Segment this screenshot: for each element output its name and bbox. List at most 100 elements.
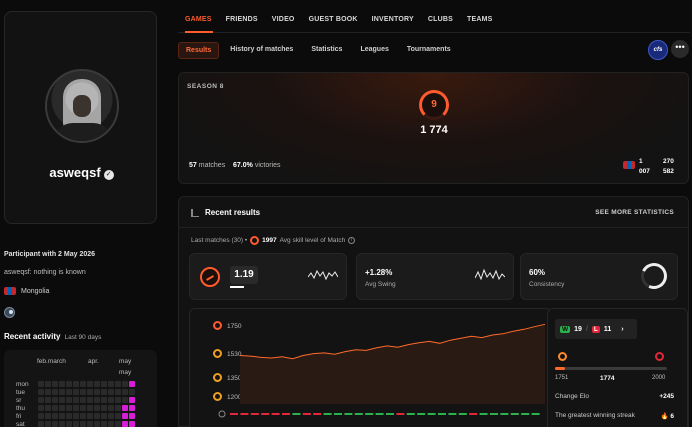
heatmap-cell — [66, 405, 72, 411]
nav-video[interactable]: VIDEO — [272, 16, 295, 23]
consistency-card: 60% Consistency — [520, 253, 678, 300]
fire-icon: 🔥 — [660, 413, 669, 420]
season-stats: 57 matches 67.0% victories — [189, 162, 281, 169]
see-more-statistics-link[interactable]: SEE MORE STATISTICS — [595, 209, 674, 216]
heatmap-cell — [52, 397, 58, 403]
match-result-mark — [230, 413, 238, 415]
match-result-mark — [438, 413, 446, 415]
flag-icon — [623, 161, 635, 169]
heatmap-cell — [59, 421, 65, 427]
consistency-label: Consistency — [529, 281, 565, 288]
heatmap-cell — [66, 381, 72, 387]
heatmap-cell — [101, 421, 107, 427]
heatmap-cell — [45, 413, 51, 419]
last-matches-prefix: Last matches (30) • — [191, 237, 248, 244]
tab-history[interactable]: History of matches — [223, 42, 300, 59]
username: asweqsf ✓ — [5, 165, 158, 180]
nav-guest-book[interactable]: GUEST BOOK — [309, 16, 358, 23]
heatmap-cell — [59, 413, 65, 419]
heatmap-cell — [38, 389, 44, 395]
heatmap-cell — [115, 389, 121, 395]
heatmap-cell — [38, 397, 44, 403]
heatmap-cell — [87, 421, 93, 427]
recent-activity-title: Recent activity Last 90 days — [4, 332, 101, 341]
team-logo[interactable]: cfs — [648, 40, 668, 60]
heatmap-cell — [45, 421, 51, 427]
info-icon[interactable]: i — [348, 237, 356, 244]
status-text: asweqsf: nothing is known — [4, 269, 86, 276]
avatar[interactable] — [45, 69, 119, 143]
match-result-mark — [448, 413, 457, 415]
recent-results-title: Recent results — [191, 208, 260, 217]
heatmap-day-label: tue — [16, 389, 26, 396]
sub-tabs: Results History of matches Statistics Le… — [178, 42, 462, 59]
more-button[interactable]: ••• — [671, 40, 689, 58]
heatmap-cell — [122, 381, 128, 387]
heatmap-month-label: apr. — [88, 358, 99, 365]
nav-active-indicator — [185, 31, 213, 33]
recent-results-panel: Recent results SEE MORE STATISTICS Last … — [178, 196, 689, 427]
heatmap-cell — [108, 413, 114, 419]
win-loss-toggle[interactable]: W 19 / L 11 › — [555, 319, 637, 339]
range-min: 1751 — [555, 375, 569, 381]
match-result-mark — [521, 413, 530, 415]
match-result-mark — [354, 413, 363, 415]
heatmap-cell — [38, 421, 44, 427]
nav-teams[interactable]: TEAMS — [467, 16, 493, 23]
match-result-mark — [531, 413, 540, 415]
avatar-face — [73, 95, 91, 117]
heatmap-cell — [129, 381, 135, 387]
tab-results[interactable]: Results — [178, 42, 220, 59]
chevron-right-icon: › — [621, 325, 624, 333]
match-result-mark — [240, 413, 249, 415]
heatmap-cell — [45, 397, 51, 403]
nav-games[interactable]: GAMES — [185, 16, 212, 23]
next-level-icon — [655, 352, 664, 361]
nav-clubs[interactable]: CLUBS — [428, 16, 453, 23]
level-badge: 9 — [419, 90, 449, 120]
activity-heatmap: feb.march apr. may may mon tue sr thu fr… — [4, 350, 157, 427]
country-rank: 270 582 — [663, 157, 683, 177]
victories-percent: 67.0% — [233, 162, 253, 169]
swing-card: +1.28% Avg Swing — [356, 253, 514, 300]
match-result-mark — [510, 413, 519, 415]
swing-value: +1.28% — [365, 268, 393, 277]
heatmap-cell — [66, 397, 72, 403]
participant-since: Participant with 2 May 2026 — [4, 251, 96, 258]
heatmap-cell — [73, 389, 79, 395]
change-elo-value: +245 — [659, 393, 674, 400]
heatmap-cell — [115, 405, 121, 411]
match-result-mark — [365, 413, 374, 415]
current-level-icon — [558, 352, 567, 361]
heatmap-cell — [73, 381, 79, 387]
heatmap-cell — [73, 405, 79, 411]
heatmap-cell — [59, 397, 65, 403]
heatmap-cell — [122, 405, 128, 411]
wins-count: 19 — [574, 325, 582, 333]
heatmap-cell — [38, 381, 44, 387]
top-nav: GAMES FRIENDS VIDEO GUEST BOOK INVENTORY… — [185, 16, 507, 23]
heatmap-cell — [80, 389, 86, 395]
steam-icon[interactable] — [4, 307, 15, 318]
heatmap-cell — [52, 413, 58, 419]
heatmap-cell — [122, 389, 128, 395]
tab-leagues[interactable]: Leagues — [353, 42, 395, 59]
heatmap-cell — [66, 389, 72, 395]
tab-statistics[interactable]: Statistics — [304, 42, 349, 59]
heatmap-cell — [101, 405, 107, 411]
verified-icon: ✓ — [103, 170, 114, 180]
heatmap-cell — [87, 405, 93, 411]
elo-card: 1.19 — [189, 253, 347, 300]
recent-activity-label: Recent activity — [4, 332, 61, 341]
heatmap-cell — [101, 413, 107, 419]
region-rank-line1: 1 — [639, 158, 643, 165]
match-result-mark — [375, 413, 384, 415]
match-result-mark — [302, 413, 311, 415]
tab-tournaments[interactable]: Tournaments — [400, 42, 458, 59]
country-rank-line2: 582 — [663, 168, 674, 175]
nav-friends[interactable]: FRIENDS — [226, 16, 258, 23]
heatmap-cell — [73, 397, 79, 403]
heatmap-cell — [52, 421, 58, 427]
heatmap-cell — [87, 397, 93, 403]
nav-inventory[interactable]: INVENTORY — [372, 16, 414, 23]
